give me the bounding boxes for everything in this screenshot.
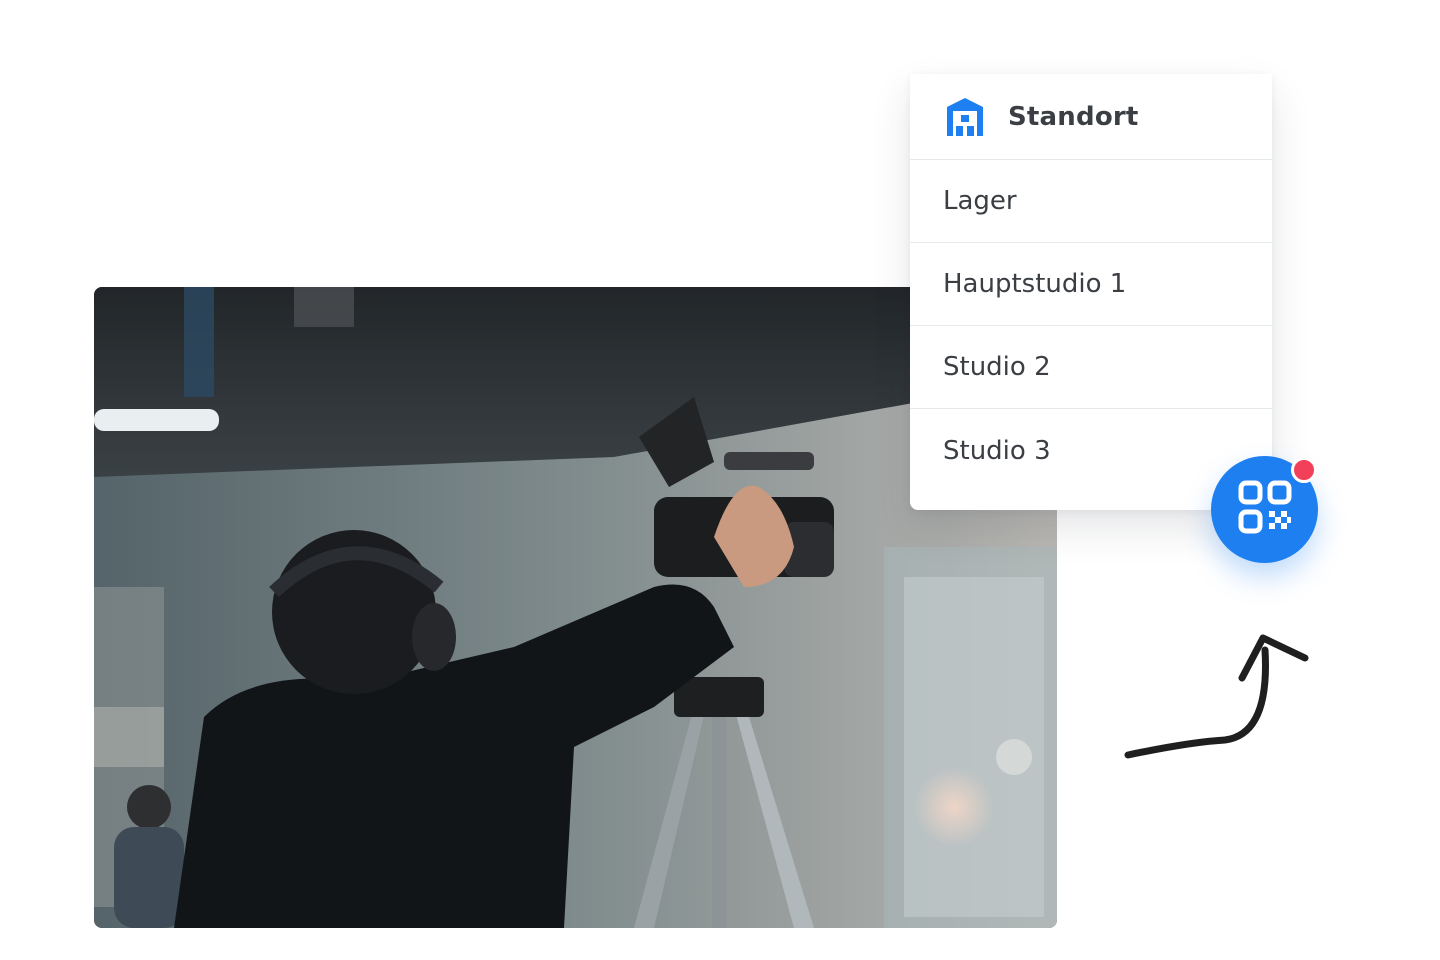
page: Standort Lager Hauptstudio 1 Studio 2 St… (0, 0, 1440, 960)
location-item-studio-3[interactable]: Studio 3 (910, 409, 1272, 492)
notification-badge (1291, 457, 1317, 483)
qr-code-icon (1237, 479, 1293, 540)
building-icon (944, 96, 986, 138)
hand-drawn-arrow-icon (1120, 630, 1320, 780)
location-item-lager[interactable]: Lager (910, 160, 1272, 243)
dropdown-header[interactable]: Standort (910, 74, 1272, 160)
location-item-studio-2[interactable]: Studio 2 (910, 326, 1272, 409)
dropdown-title: Standort (1008, 101, 1139, 132)
location-item-hauptstudio-1[interactable]: Hauptstudio 1 (910, 243, 1272, 326)
location-dropdown: Standort Lager Hauptstudio 1 Studio 2 St… (910, 74, 1272, 510)
location-list: Lager Hauptstudio 1 Studio 2 Studio 3 (910, 160, 1272, 492)
